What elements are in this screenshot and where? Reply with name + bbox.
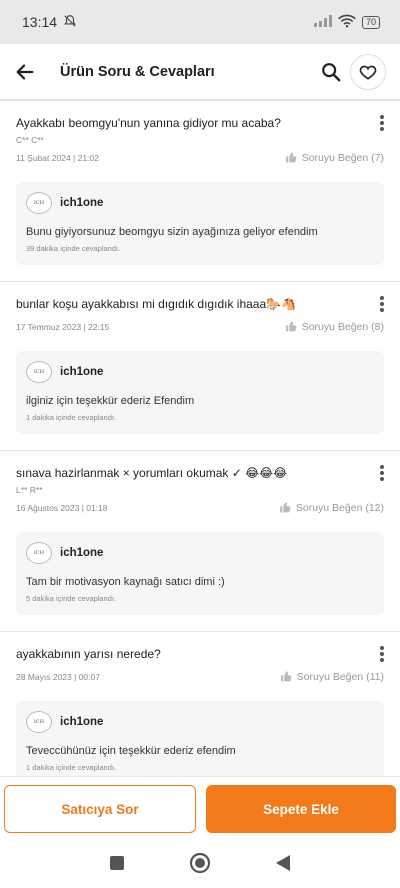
question-author: L** R** [16,485,43,495]
more-options-icon[interactable] [378,296,386,314]
more-options-icon[interactable] [378,646,386,664]
seller-logo: ICH [26,192,52,214]
seller-name[interactable]: ich1one [60,197,103,209]
search-icon[interactable] [320,61,342,83]
question-text: bunlar koşu ayakkabısı mi dıgıdık dıgıdı… [16,297,297,311]
like-question-button[interactable]: Soruyu Beğen (8) [285,320,384,333]
question-text: sınava hazirlanmak × yorumları okumak ✓ … [16,466,288,480]
answer-box: ICH ich1one Teveccühünüz için teşekkür e… [16,701,384,776]
battery-indicator: 70 [361,15,380,29]
seller-logo: ICH [26,711,52,733]
seller-name[interactable]: ich1one [60,716,103,728]
thumbs-up-icon [280,671,291,682]
back-arrow-icon[interactable] [14,61,36,83]
home-icon[interactable] [189,852,211,879]
question-item: bunlar koşu ayakkabısı mi dıgıdık dıgıdı… [0,282,400,451]
seller-logo: ICH [26,361,52,383]
answer-box: ICH ich1one Tam bir motivasyon kaynağı s… [16,532,384,615]
app-header: Ürün Soru & Cevapları [0,44,400,100]
more-options-icon[interactable] [378,115,386,133]
like-label: Soruyu Beğen (11) [296,670,384,683]
like-label: Soruyu Beğen (12) [295,501,384,514]
more-options-icon[interactable] [378,465,386,483]
page-title: Ürün Soru & Cevapları [60,63,215,80]
add-to-cart-button[interactable]: Sepete Ekle [206,785,396,833]
seller-logo: ICH [26,542,52,564]
answer-time: 5 dakika içinde cevaplandı. [26,594,117,603]
like-label: Soruyu Beğen (8) [301,320,384,333]
status-time: 13:14 [22,14,58,30]
status-bar: 13:14 70 [0,0,400,44]
recent-apps-icon[interactable] [109,855,125,876]
answer-time: 39 dakika içinde cevaplandı. [26,244,121,253]
action-bar: Satıcıya Sor Sepete Ekle [0,776,400,842]
answer-time: 1 dakika içinde cevaplandı. [26,763,117,772]
question-item: Ayakkabı beomgyu'nun yanına gidiyor mu a… [0,101,400,282]
question-date: 17 Temmuz 2023 | 22:15 [16,321,110,332]
thumbs-up-icon [279,502,291,513]
answer-text: ilginiz için teşekkür ederiz Efendim [26,395,195,407]
favorite-button[interactable] [350,53,386,90]
question-date: 16 Ağustos 2023 | 01:18 [16,502,108,513]
like-question-button[interactable]: Soruyu Beğen (7) [285,151,384,164]
system-nav-bar [0,842,400,888]
question-author: C** C** [16,135,44,145]
answer-time: 1 dakika içinde cevaplandı. [26,413,117,422]
signal-icon [313,14,332,30]
seller-name[interactable]: ich1one [60,366,103,378]
question-text: Ayakkabı beomgyu'nun yanına gidiyor mu a… [16,116,281,130]
thumbs-up-icon [285,321,297,332]
heart-icon [359,65,377,80]
seller-name[interactable]: ich1one [60,547,103,559]
like-question-button[interactable]: Soruyu Beğen (11) [280,670,384,683]
answer-text: Bunu giyiyorsunuz beomgyu sizin ayağınız… [26,226,318,238]
answer-text: Tam bir motivasyon kaynağı satıcı dimi :… [26,576,225,588]
question-date: 11 Şubat 2024 | 21:02 [16,152,99,163]
mute-icon [63,14,77,31]
ask-seller-button[interactable]: Satıcıya Sor [4,785,196,833]
answer-box: ICH ich1one ilginiz için teşekkür ederiz… [16,351,384,434]
back-triangle-icon[interactable] [275,854,291,877]
answer-text: Teveccühünüz için teşekkür ederiz efendi… [26,745,236,757]
question-item: ayakkabının yarısı nerede? 28 Mayıs 2023… [0,632,400,776]
wifi-icon [338,14,356,31]
question-item: sınava hazirlanmak × yorumları okumak ✓ … [0,451,400,632]
thumbs-up-icon [285,152,297,163]
question-text: ayakkabının yarısı nerede? [16,647,161,661]
question-date: 28 Mayıs 2023 | 00:07 [16,671,100,682]
like-label: Soruyu Beğen (7) [301,151,384,164]
like-question-button[interactable]: Soruyu Beğen (12) [279,501,384,514]
questions-list[interactable]: Ayakkabı beomgyu'nun yanına gidiyor mu a… [0,100,400,776]
answer-box: ICH ich1one Bunu giyiyorsunuz beomgyu si… [16,182,384,265]
